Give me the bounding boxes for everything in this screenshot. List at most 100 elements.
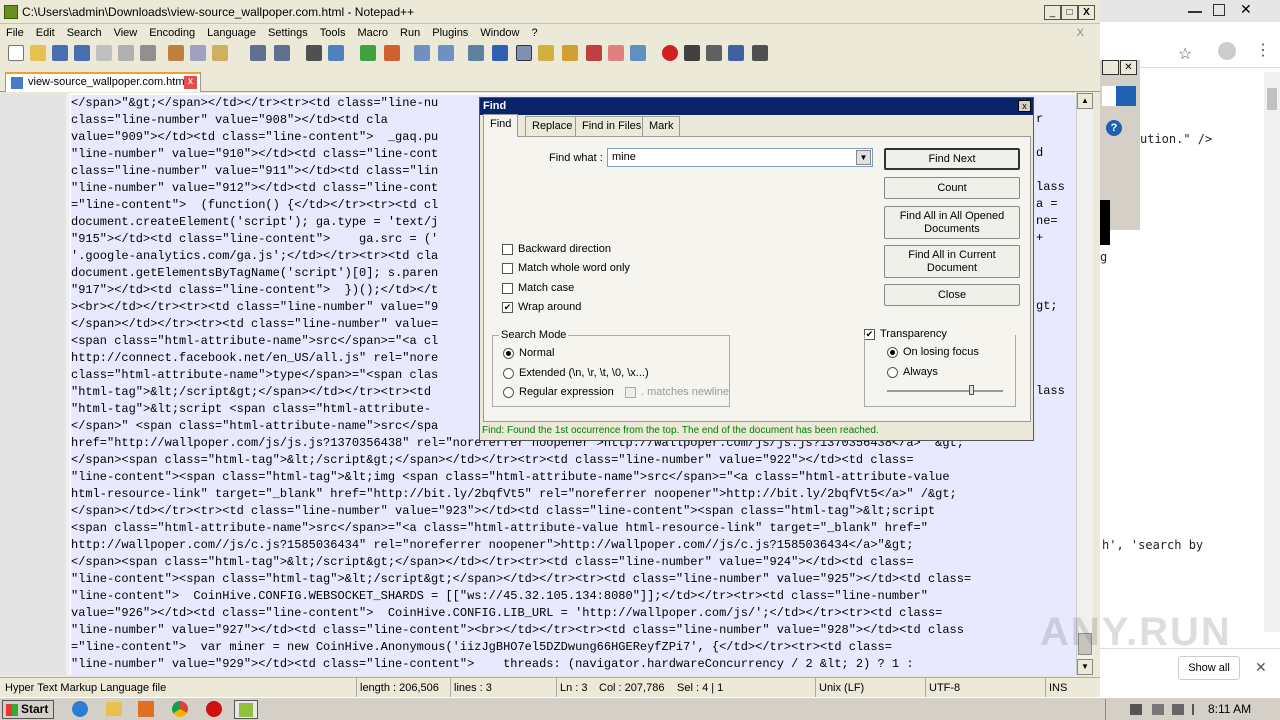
doc-map-icon[interactable] [538,45,554,61]
ie-icon[interactable] [68,700,92,719]
start-button[interactable]: Start [2,700,54,719]
chrome-icon[interactable] [168,700,192,719]
save-icon[interactable] [52,45,68,61]
bg-minimize-icon[interactable] [1188,11,1202,13]
scroll-up-icon[interactable]: ▲ [1077,93,1093,109]
replace-icon[interactable] [328,45,344,61]
minimize-button[interactable]: _ [1044,5,1061,20]
more-menu-icon[interactable]: ⋮ [1255,40,1271,60]
extended-radio[interactable] [503,368,514,379]
menu-help[interactable]: ? [525,24,543,42]
scroll-down-icon[interactable]: ▼ [1077,659,1093,675]
star-icon[interactable]: ☆ [1178,44,1192,64]
menu-edit[interactable]: Edit [30,24,61,42]
word-wrap-icon[interactable] [468,45,484,61]
match-case-checkbox[interactable] [502,283,513,294]
chevron-down-icon[interactable]: ▼ [856,150,871,165]
bg-restore-button[interactable] [1102,60,1119,75]
tab-find[interactable]: Find [483,114,519,137]
find-what-input[interactable]: mine [612,151,636,163]
paste-icon[interactable] [212,45,228,61]
folder-workspace-icon[interactable] [586,45,602,61]
stop-macro-icon[interactable] [684,45,700,61]
eye-icon[interactable] [630,45,646,61]
code-line[interactable]: "line-number" value="927"></td><td class… [71,622,1076,639]
media-player-icon[interactable] [134,700,158,719]
explorer-icon[interactable] [102,700,126,719]
vertical-scrollbar[interactable]: ▲ ▼ [1076,93,1093,675]
save-all-icon[interactable] [74,45,90,61]
menu-run[interactable]: Run [394,24,426,42]
zoom-in-icon[interactable] [360,45,376,61]
code-line[interactable]: </span></td></tr><tr><td class="line-num… [71,503,1076,520]
tab-mark[interactable]: Mark [642,116,681,136]
code-line[interactable]: html-resource-link" target="_blank" href… [71,486,1076,503]
menu-language[interactable]: Language [201,24,262,42]
sync-horizontal-icon[interactable] [438,45,454,61]
menu-macro[interactable]: Macro [351,24,394,42]
bg-close-button[interactable]: ✕ [1120,60,1137,75]
tab-find-in-files[interactable]: Find in Files [575,116,649,136]
menu-window[interactable]: Window [474,24,525,42]
bg-input[interactable] [1102,86,1116,106]
tab-replace[interactable]: Replace [525,116,580,136]
code-line[interactable]: </span><span class="html-tag">&lt;/scrip… [71,452,1076,469]
open-file-icon[interactable] [30,45,46,61]
code-line[interactable]: "line-content"><span class="html-tag">&l… [71,571,1076,588]
code-line[interactable]: "line-number" value="929"></td><td class… [71,656,1076,673]
tab-view-source[interactable]: view-source_wallpoper.com.html x [5,72,201,92]
devices-icon[interactable] [1172,704,1184,715]
menu-search[interactable]: Search [61,24,108,42]
find-all-current-button[interactable]: Find All in Current Document [884,245,1020,278]
transparency-slider-thumb[interactable] [969,385,974,395]
network-icon[interactable] [1130,704,1142,715]
find-icon[interactable] [306,45,322,61]
whole-word-checkbox[interactable] [502,263,513,274]
code-line[interactable]: value="926"></td><td class="line-content… [71,605,1076,622]
always-radio[interactable] [887,367,898,378]
menu-settings[interactable]: Settings [262,24,314,42]
close-dialog-button[interactable]: Close [884,284,1020,306]
copy-icon[interactable] [190,45,206,61]
bg-restore-icon[interactable] [1213,4,1225,16]
wrap-around-checkbox[interactable]: ✔ [502,302,513,313]
help-icon[interactable]: ? [1106,120,1122,136]
code-line[interactable]: </span><span class="html-tag">&lt;/scrip… [71,554,1076,571]
code-line[interactable]: "line-content"> CoinHive.CONFIG.WEBSOCKE… [71,588,1076,605]
record-macro-icon[interactable] [662,45,678,61]
find-dialog-close-button[interactable]: x [1018,100,1031,112]
matches-newline-checkbox[interactable] [625,387,636,398]
notepadpp-taskbar-icon[interactable] [234,700,258,719]
show-all-chars-icon[interactable] [492,45,508,61]
save-macro-icon[interactable] [752,45,768,61]
close-file-icon[interactable] [96,45,112,61]
close-button[interactable]: X [1078,5,1095,20]
print-icon[interactable] [140,45,156,61]
bg-close-icon[interactable]: ✕ [1240,1,1252,18]
backward-direction-checkbox[interactable] [502,244,513,255]
new-file-icon[interactable] [8,45,24,61]
find-all-opened-button[interactable]: Find All in All Opened Documents [884,206,1020,239]
run-macro-multiple-icon[interactable] [728,45,744,61]
code-line[interactable]: http://wallpoper.com//js/c.js?1585036434… [71,537,1076,554]
function-list-icon[interactable] [562,45,578,61]
menu-tools[interactable]: Tools [314,24,352,42]
code-line[interactable]: ="line-content"> var miner = new CoinHiv… [71,639,1076,656]
tab-close-icon[interactable]: x [184,76,197,89]
code-line[interactable]: <span class="html-attribute-name">src</s… [71,520,1076,537]
bg-search-icon[interactable] [1116,86,1136,106]
find-next-button[interactable]: Find Next [884,148,1020,170]
transparency-slider-track[interactable] [887,390,1003,392]
download-bar-close-icon[interactable]: ✕ [1255,659,1267,676]
find-what-combobox[interactable]: mine ▼ [607,148,873,167]
maximize-button[interactable]: □ [1061,5,1078,20]
code-line[interactable]: "line-content"><span class="html-tag">&l… [71,469,1076,486]
menu-encoding[interactable]: Encoding [143,24,201,42]
count-button[interactable]: Count [884,177,1020,199]
opera-icon[interactable] [202,700,226,719]
monitoring-icon[interactable] [608,45,624,61]
volume-icon[interactable] [1152,704,1164,715]
avatar[interactable] [1218,42,1236,60]
menu-view[interactable]: View [108,24,144,42]
menu-file[interactable]: File [0,24,30,42]
